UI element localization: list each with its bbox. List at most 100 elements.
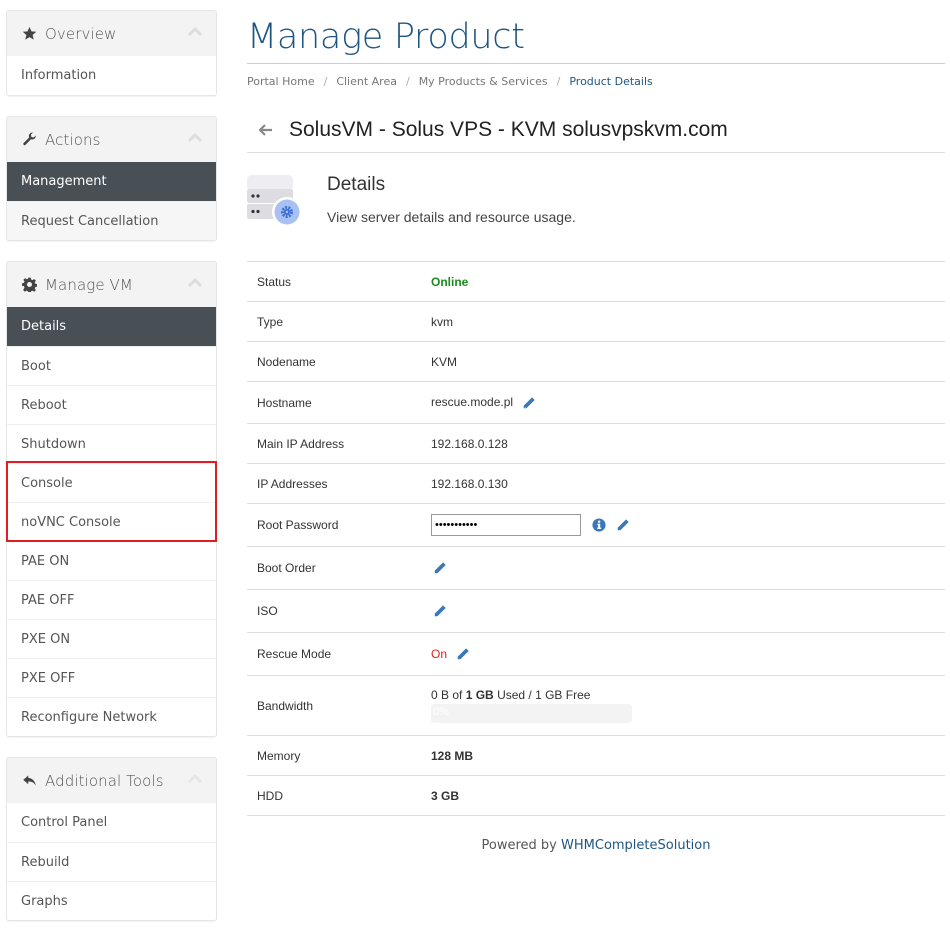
row-label: Main IP Address bbox=[247, 423, 421, 464]
reply-icon bbox=[21, 773, 37, 789]
chevron-up-icon[interactable] bbox=[188, 278, 202, 288]
panel-actions: Actions Management Request Cancellation bbox=[6, 116, 217, 241]
rescue-mode-value: On bbox=[431, 646, 448, 661]
divider bbox=[247, 60, 945, 64]
details-table: Status Online Type kvm Nodename KVM Host… bbox=[247, 261, 945, 816]
sidebar-item-pxe-off[interactable]: PXE OFF bbox=[7, 658, 216, 697]
status-value: Online bbox=[431, 274, 469, 289]
sidebar-item-details[interactable]: Details bbox=[7, 307, 216, 346]
sidebar-item-information[interactable]: Information bbox=[7, 56, 216, 95]
sidebar-item-pxe-on[interactable]: PXE ON bbox=[7, 619, 216, 658]
sidebar-item-pae-off[interactable]: PAE OFF bbox=[7, 580, 216, 619]
root-password-field[interactable] bbox=[431, 514, 581, 536]
table-row-root-password: Root Password bbox=[247, 503, 945, 547]
sidebar-item-reconfigure-network[interactable]: Reconfigure Network bbox=[7, 697, 216, 736]
table-row-bandwidth: Bandwidth 0 B of 1 GB Used / 1 GB Free 0… bbox=[247, 675, 945, 736]
server-icon bbox=[247, 175, 302, 227]
hostname-value: rescue.mode.pl bbox=[431, 395, 514, 410]
sidebar-item-rebuild[interactable]: Rebuild bbox=[7, 842, 216, 881]
panel-title: Manage VM bbox=[45, 275, 133, 294]
table-row-main-ip: Main IP Address 192.168.0.128 bbox=[247, 423, 945, 464]
panel-heading-overview[interactable]: Overview bbox=[7, 11, 216, 56]
panel-overview: Overview Information bbox=[6, 10, 217, 96]
row-label: IP Addresses bbox=[247, 463, 421, 504]
row-label: Hostname bbox=[247, 381, 421, 424]
row-label: HDD bbox=[247, 775, 421, 816]
sidebar-item-control-panel[interactable]: Control Panel bbox=[7, 803, 216, 842]
sidebar-item-shutdown[interactable]: Shutdown bbox=[7, 424, 216, 463]
main-content: Manage Product Portal Home / Client Area… bbox=[247, 0, 945, 853]
table-row-memory: Memory 128 MB bbox=[247, 735, 945, 776]
type-value: kvm bbox=[421, 301, 945, 342]
bandwidth-used: 0 B bbox=[431, 688, 450, 702]
page-title: Manage Product bbox=[247, 17, 525, 57]
row-label: Status bbox=[247, 261, 421, 302]
pencil-icon[interactable] bbox=[456, 647, 470, 661]
breadcrumb-separator: / bbox=[323, 74, 328, 88]
panel-heading-manage-vm[interactable]: Manage VM bbox=[7, 262, 216, 307]
breadcrumb-product-details: Product Details bbox=[569, 74, 653, 88]
row-label: Rescue Mode bbox=[247, 632, 421, 676]
sidebar-item-console[interactable]: Console bbox=[7, 463, 216, 502]
breadcrumb-client-area[interactable]: Client Area bbox=[336, 75, 397, 88]
panel-heading-actions[interactable]: Actions bbox=[7, 117, 216, 162]
product-header: SolusVM - Solus VPS - KVM solusvpskvm.co… bbox=[247, 114, 945, 146]
sidebar-item-management[interactable]: Management bbox=[7, 162, 216, 201]
table-row-ip-addresses: IP Addresses 192.168.0.130 bbox=[247, 463, 945, 504]
back-arrow-icon[interactable] bbox=[259, 123, 273, 137]
wrench-icon bbox=[21, 132, 37, 148]
row-label: ISO bbox=[247, 589, 421, 633]
table-row-iso: ISO bbox=[247, 589, 945, 633]
hdd-value: 3 GB bbox=[421, 775, 945, 816]
pencil-icon[interactable] bbox=[433, 561, 447, 575]
sidebar-item-novnc-console[interactable]: noVNC Console bbox=[7, 502, 216, 541]
panel-additional-tools: Additional Tools Control Panel Rebuild G… bbox=[6, 757, 217, 921]
table-row-boot-order: Boot Order bbox=[247, 546, 945, 590]
bandwidth-suffix: Used / 1 GB Free bbox=[497, 688, 591, 702]
section-description: View server details and resource usage. bbox=[327, 209, 576, 225]
breadcrumb-my-products[interactable]: My Products & Services bbox=[419, 75, 548, 88]
table-row-type: Type kvm bbox=[247, 301, 945, 342]
pencil-icon[interactable] bbox=[433, 604, 447, 618]
row-label: Bandwidth bbox=[247, 675, 421, 736]
footer: Powered by WHMCompleteSolution bbox=[247, 838, 945, 853]
details-header: Details View server details and resource… bbox=[247, 153, 945, 261]
sidebar-item-request-cancellation[interactable]: Request Cancellation bbox=[7, 201, 216, 240]
table-row-rescue-mode: Rescue Mode On bbox=[247, 632, 945, 676]
main-ip-value: 192.168.0.128 bbox=[421, 423, 945, 464]
bandwidth-progress-bar: 0% bbox=[431, 704, 632, 723]
row-label: Type bbox=[247, 301, 421, 342]
row-label: Root Password bbox=[247, 503, 421, 547]
info-icon[interactable] bbox=[592, 518, 606, 532]
bandwidth-text: 0 B of 1 GB Used / 1 GB Free bbox=[431, 688, 935, 702]
footer-link[interactable]: WHMCompleteSolution bbox=[561, 838, 710, 853]
sidebar-item-reboot[interactable]: Reboot bbox=[7, 385, 216, 424]
panel-title: Actions bbox=[45, 130, 101, 149]
sidebar-item-graphs[interactable]: Graphs bbox=[7, 881, 216, 920]
progress-label: 0% bbox=[433, 706, 449, 718]
star-icon bbox=[21, 26, 37, 42]
row-label: Memory bbox=[247, 735, 421, 776]
panel-heading-additional-tools[interactable]: Additional Tools bbox=[7, 758, 216, 803]
panel-title: Overview bbox=[45, 24, 117, 43]
chevron-up-icon[interactable] bbox=[188, 27, 202, 37]
pencil-icon[interactable] bbox=[616, 518, 630, 532]
pencil-icon[interactable] bbox=[522, 396, 536, 410]
nodename-value: KVM bbox=[421, 341, 945, 382]
chevron-up-icon[interactable] bbox=[188, 774, 202, 784]
footer-prefix: Powered by bbox=[481, 838, 557, 853]
chevron-up-icon[interactable] bbox=[188, 133, 202, 143]
panel-manage-vm: Manage VM Details Boot Reboot Shutdown C… bbox=[6, 261, 217, 737]
product-title: SolusVM - Solus VPS - KVM solusvpskvm.co… bbox=[289, 118, 728, 141]
ip-addresses-value: 192.168.0.130 bbox=[421, 463, 945, 504]
bandwidth-of: of bbox=[452, 688, 463, 702]
section-title: Details bbox=[327, 174, 386, 195]
sidebar-item-boot[interactable]: Boot bbox=[7, 346, 216, 385]
breadcrumb-portal-home[interactable]: Portal Home bbox=[247, 75, 315, 88]
panel-title: Additional Tools bbox=[45, 771, 164, 790]
sidebar-item-pae-on[interactable]: PAE ON bbox=[7, 541, 216, 580]
gear-icon bbox=[21, 277, 37, 293]
table-row-nodename: Nodename KVM bbox=[247, 341, 945, 382]
table-row-hostname: Hostname rescue.mode.pl bbox=[247, 381, 945, 424]
row-label: Boot Order bbox=[247, 546, 421, 590]
